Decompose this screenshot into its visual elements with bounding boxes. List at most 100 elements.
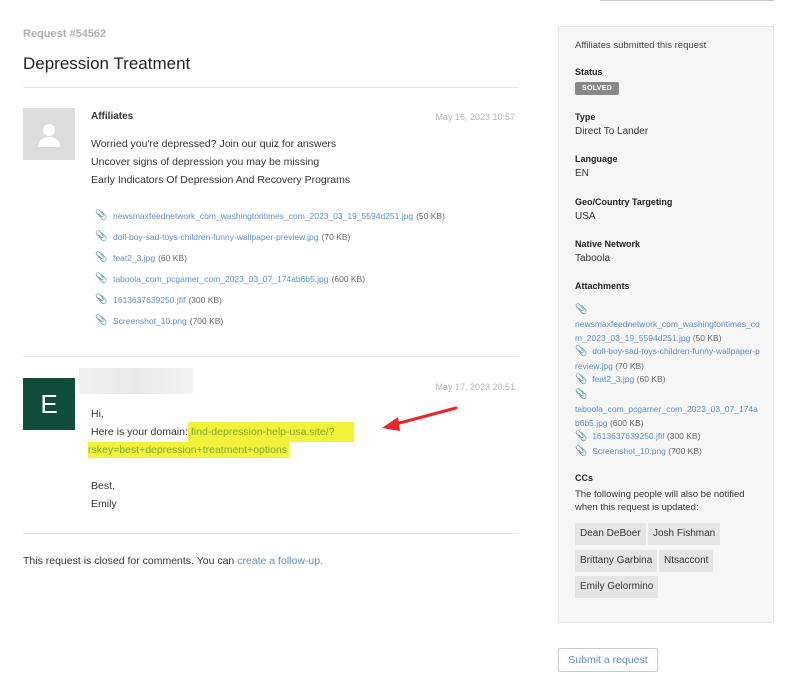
comment-domain-line: Here is your domain: find-depression-help…	[91, 422, 355, 442]
red-arrow	[382, 406, 458, 431]
attachment-size: (600 KB)	[331, 273, 366, 284]
sidebar-attachment: 📎 Screenshot_10.png (700 KB)	[575, 444, 761, 459]
attachment-link[interactable]: Screenshot_10.png	[113, 316, 187, 326]
paperclip-icon: 📎	[575, 446, 588, 457]
attachment-link[interactable]: newsmaxfeednetwork_com_washingtontimes_c…	[113, 211, 413, 221]
paperclip-icon: 📎	[95, 273, 108, 284]
sidebar-attachment-link[interactable]: newsmaxfeednetwork_com_washingtontimes_c…	[575, 319, 760, 343]
cc-chip: Dean DeBoer	[575, 523, 646, 545]
sidebar-attachment-link[interactable]: taboola_com_pcgamer_com_2023_03_07_174ab…	[575, 404, 758, 428]
attachment-size: (300 KB)	[188, 294, 222, 305]
paperclip-icon: 📎	[95, 252, 108, 263]
attachment-item: 📎 newsmaxfeednetwork_com_washingtontimes_…	[95, 205, 445, 226]
sidebar-attachment-size: (50 KB)	[692, 333, 722, 343]
paperclip-icon: 📎	[575, 431, 588, 442]
sidebar-attachment-size: (700 KB)	[668, 446, 702, 456]
language-value: EN	[575, 168, 589, 179]
comment-domain-line2: rskey=best+depression+treatment+options	[88, 441, 354, 459]
comment-date: May 16, 2023 10:57	[435, 112, 515, 122]
comment-divider	[23, 356, 519, 357]
request-number: Request #54562	[23, 28, 107, 40]
sidebar-attachment-link[interactable]: doll-boy-sad-toys-children-funny-wallpap…	[575, 346, 760, 371]
sidebar-attachment-link[interactable]: 1613637639250.jfif	[592, 431, 664, 441]
attachment-item: 📎 feat2_3.jpg (60 KB)	[95, 247, 445, 268]
attachment-size: (700 KB)	[189, 315, 224, 326]
network-label: Native Network	[575, 239, 641, 249]
attachment-size: (50 KB)	[416, 210, 445, 221]
sidebar-attachment-size: (60 KB)	[636, 374, 666, 384]
sidebar-attachment: 📎 feat2_3.jpg (60 KB)	[575, 372, 761, 387]
comment-signature: Emily	[91, 498, 117, 510]
sidebar-attachment-link[interactable]: Screenshot_10.png	[592, 446, 666, 456]
attachment-item: 📎 taboola_com_pcgamer_com_2023_03_07_174a…	[95, 268, 445, 289]
paperclip-icon: 📎	[575, 389, 588, 400]
highlight-mark: rskey=best+depression+treatment+options	[88, 442, 290, 458]
geo-label: Geo/Country Targeting	[575, 197, 673, 207]
paperclip-icon: 📎	[95, 315, 108, 326]
comment-author: Affiliates	[91, 111, 134, 122]
comment-line: Worried you're depressed? Join our quiz …	[91, 138, 337, 150]
top-divider	[600, 0, 774, 1]
paperclip-icon: 📎	[575, 346, 588, 357]
request-details-sidebar: Affiliates submitted this request Status…	[558, 26, 774, 623]
cc-chip: Josh Fishman	[648, 523, 721, 545]
ccs-label: CCs	[575, 473, 594, 483]
type-value: Direct To Lander	[575, 126, 649, 137]
user-silhouette-icon	[23, 108, 75, 160]
paperclip-icon: 📎	[95, 210, 108, 221]
sidebar-attachment-size: (70 KB)	[615, 361, 645, 371]
page-title: Depression Treatment	[23, 54, 191, 73]
comment-attachments: 📎 newsmaxfeednetwork_com_washingtontimes_…	[95, 205, 445, 331]
attachment-item: 📎 1613637639250.jfif (300 KB)	[95, 289, 445, 310]
comment-line: Early Indicators Of Depression And Recov…	[91, 174, 351, 186]
avatar: E	[23, 378, 75, 430]
sidebar-attachment: 📎 taboola_com_pcgamer_com_2023_03_07_174a…	[575, 387, 761, 430]
ccs-description: The following people will also be notifi…	[575, 489, 745, 513]
highlight-mark: find-depression-help-usa.site/?	[187, 422, 355, 442]
attachment-link[interactable]: 1613637639250.jfif	[113, 295, 185, 305]
domain-link-part1[interactable]: find-depression-help-usa.site/?	[191, 426, 335, 438]
attachment-link[interactable]: taboola_com_pcgamer_com_2023_03_07_174ab…	[113, 274, 329, 284]
sidebar-attachment-size: (300 KB)	[666, 431, 701, 441]
comment-greeting: Hi,	[91, 408, 104, 420]
closed-notice: This request is closed for comments. You…	[23, 555, 323, 567]
sidebar-attachment-size: (600 KB)	[610, 418, 644, 428]
title-divider	[23, 87, 519, 88]
sidebar-attachment: 📎 doll-boy-sad-toys-children-funny-wallp…	[575, 344, 761, 373]
paperclip-icon: 📎	[95, 294, 108, 305]
cc-chip: Emily Gelormino	[575, 576, 659, 598]
attachment-link[interactable]: doll-boy-sad-toys-children-funny-wallpap…	[113, 232, 319, 242]
cc-chip: Brittany Garbina	[575, 550, 658, 572]
status-badge: SOLVED	[575, 82, 620, 95]
submit-request-button[interactable]: Submit a request	[558, 648, 658, 672]
comment-date: May 17, 2023 20:51	[435, 382, 515, 392]
sidebar-attachment: 📎 1613637639250.jfif (300 KB)	[575, 429, 761, 444]
language-label: Language	[575, 154, 618, 164]
comment-divider	[23, 533, 519, 534]
domain-link-part2[interactable]: rskey=best+depression+treatment+options	[88, 444, 287, 456]
attachment-size: (60 KB)	[158, 252, 187, 263]
cc-chip: Ntsaccont	[659, 550, 714, 572]
paperclip-icon: 📎	[575, 374, 588, 385]
domain-prefix: Here is your domain:	[91, 426, 188, 438]
paperclip-icon: 📎	[575, 304, 588, 315]
sidebar-attachment: 📎 newsmaxfeednetwork_com_washingtontimes_…	[575, 302, 761, 345]
attachment-size: (70 KB)	[321, 231, 351, 242]
closed-text: This request is closed for comments. You…	[23, 555, 238, 567]
create-follow-up-link[interactable]: create a follow-up.	[237, 555, 323, 567]
sidebar-attachment-link[interactable]: feat2_3.jpg	[592, 374, 634, 384]
status-label: Status	[575, 67, 603, 77]
redacted-author	[79, 368, 193, 394]
attachment-item: 📎 doll-boy-sad-toys-children-funny-wallpa…	[95, 226, 445, 247]
comment-line: Uncover signs of depression you may be m…	[91, 156, 320, 168]
network-value: Taboola	[575, 253, 611, 264]
sidebar-header: Affiliates submitted this request	[575, 40, 707, 51]
geo-value: USA	[575, 211, 596, 222]
attachment-link[interactable]: feat2_3.jpg	[113, 253, 155, 263]
attachment-item: 📎 Screenshot_10.png (700 KB)	[95, 310, 445, 331]
comment-body: Worried you're depressed? Join our quiz …	[91, 135, 350, 189]
type-label: Type	[575, 112, 596, 122]
comment-body: Hi, Here is your domain: find-depression-…	[88, 405, 355, 513]
paperclip-icon: 📎	[95, 231, 108, 242]
